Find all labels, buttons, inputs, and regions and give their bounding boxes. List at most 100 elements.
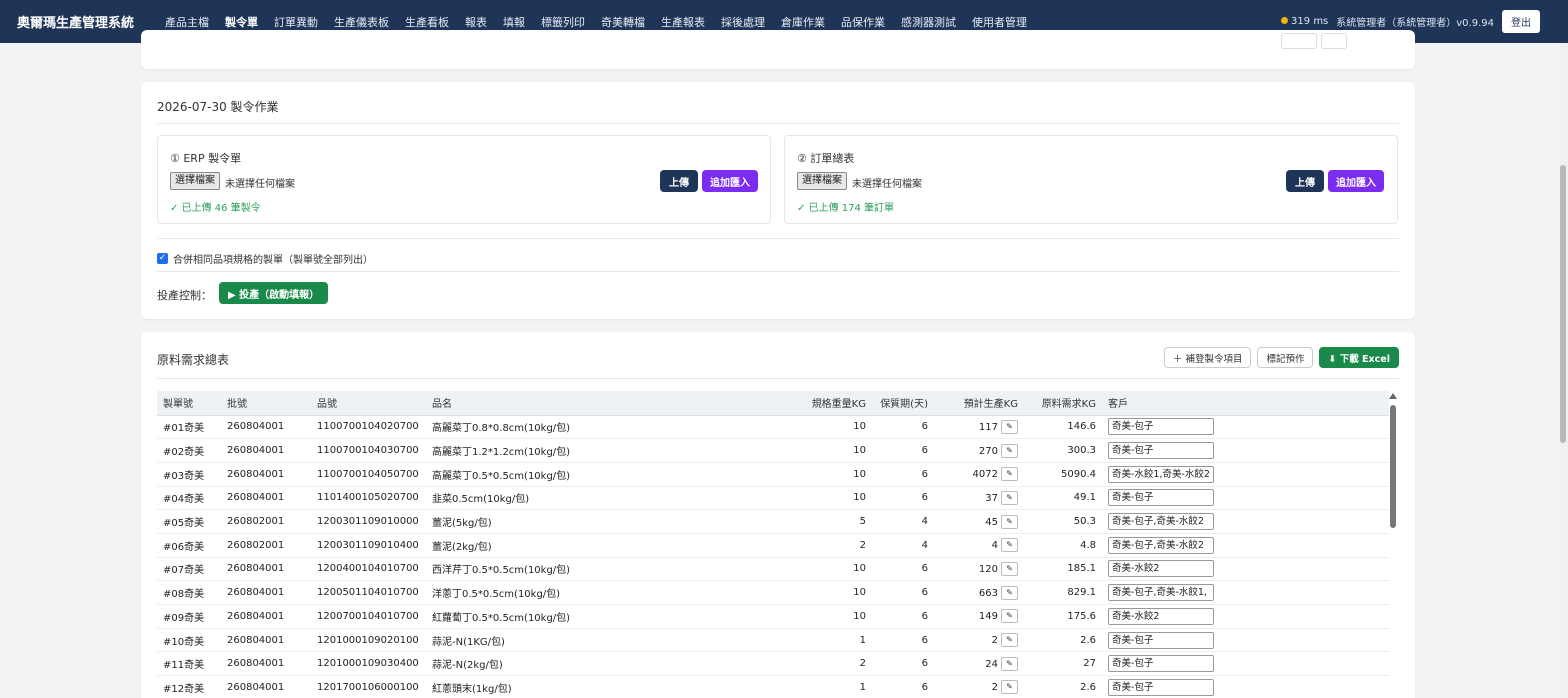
edit-pencil-icon[interactable]: ✎ bbox=[1001, 609, 1018, 624]
customer-input[interactable]: 奇美-包子 bbox=[1108, 418, 1214, 436]
previous-card-button-2[interactable] bbox=[1321, 33, 1347, 49]
customer-input[interactable]: 奇美-包子,奇美-水餃1, bbox=[1108, 584, 1214, 602]
edit-pencil-icon[interactable]: ✎ bbox=[1001, 680, 1018, 695]
material-kg-cell: 4.8 bbox=[1080, 539, 1096, 551]
order-append-button[interactable]: 追加匯入 bbox=[1328, 170, 1384, 192]
scroll-up-icon[interactable] bbox=[1389, 393, 1397, 399]
order-no-cell: #01奇美 bbox=[163, 423, 205, 435]
customer-input[interactable]: 奇美-水餃2 bbox=[1108, 607, 1214, 625]
start-production-button[interactable]: ▶ 投產（啟動填報） bbox=[219, 282, 329, 304]
item-no-cell: 1200400104010700 bbox=[317, 563, 419, 575]
customer-input[interactable]: 奇美-水餃1,奇美-水餃2 bbox=[1108, 465, 1214, 483]
spec-weight-cell: 1 bbox=[859, 681, 866, 693]
customer-input[interactable]: 奇美-包子,奇美-水餃2 bbox=[1108, 536, 1214, 554]
customer-cell: 奇美-包子,奇美-水餃2 bbox=[1102, 510, 1389, 534]
header-order-no[interactable]: 製單號 bbox=[157, 391, 221, 416]
estimated-kg-cell: 149 ✎ bbox=[934, 605, 1024, 629]
material-kg-cell: 175.6 bbox=[1067, 610, 1096, 622]
erp-upload-button[interactable]: 上傳 bbox=[660, 170, 698, 192]
table-scrollbar[interactable] bbox=[1389, 391, 1397, 698]
erp-file-choose-button[interactable]: 選擇檔案 bbox=[170, 172, 220, 190]
item-no-cell: 1100700104050700 bbox=[317, 468, 419, 480]
table-row: #08奇美 260804001 1200501104010700 洋蔥丁0.5*0.5… bbox=[157, 581, 1389, 605]
divider bbox=[157, 378, 1399, 379]
batch-cell: 260802001 bbox=[227, 516, 285, 528]
batch-cell: 260804001 bbox=[227, 610, 285, 622]
header-spec-weight[interactable]: 規格重量KG bbox=[796, 391, 872, 416]
edit-pencil-icon[interactable]: ✎ bbox=[1001, 561, 1018, 576]
requirements-table: 製單號 批號 品號 品名 規格重量KG 保質期(天) 預計生產KG 原料需求KG… bbox=[157, 391, 1389, 698]
customer-input[interactable]: 奇美-包子,奇美-水餃2 bbox=[1108, 513, 1214, 531]
header-item-no[interactable]: 品號 bbox=[311, 391, 426, 416]
erp-panel-title: ① ERP 製令單 bbox=[170, 152, 242, 165]
item-no-cell: 1100700104020700 bbox=[317, 421, 419, 433]
shelf-life-cell: 6 bbox=[921, 634, 928, 646]
order-upload-button[interactable]: 上傳 bbox=[1286, 170, 1324, 192]
header-estimated-kg[interactable]: 預計生產KG bbox=[934, 391, 1024, 416]
shelf-life-cell: 6 bbox=[921, 563, 928, 575]
estimated-kg-value: 117 bbox=[978, 421, 998, 433]
header-shelf-life[interactable]: 保質期(天) bbox=[872, 391, 934, 416]
batch-cell: 260804001 bbox=[227, 492, 285, 504]
item-no-cell: 1200301109010400 bbox=[317, 539, 419, 551]
batch-cell: 260804001 bbox=[227, 445, 285, 457]
shelf-life-cell: 6 bbox=[921, 421, 928, 433]
customer-input[interactable]: 奇美-包子 bbox=[1108, 631, 1214, 649]
estimated-kg-cell: 2 ✎ bbox=[934, 676, 1024, 698]
edit-pencil-icon[interactable]: ✎ bbox=[1001, 443, 1018, 458]
header-material-kg[interactable]: 原料需求KG bbox=[1024, 391, 1102, 416]
material-kg-cell: 50.3 bbox=[1073, 516, 1096, 528]
logout-button[interactable]: 登出 bbox=[1502, 10, 1540, 33]
edit-pencil-icon[interactable]: ✎ bbox=[1001, 514, 1018, 529]
estimated-kg-cell: 120 ✎ bbox=[934, 557, 1024, 581]
spec-weight-cell: 1 bbox=[859, 634, 866, 646]
edit-pencil-icon[interactable]: ✎ bbox=[1001, 656, 1018, 671]
customer-input[interactable]: 奇美-包子 bbox=[1108, 489, 1214, 507]
edit-pencil-icon[interactable]: ✎ bbox=[1001, 419, 1018, 434]
estimated-kg-value: 270 bbox=[978, 445, 998, 457]
edit-pencil-icon[interactable]: ✎ bbox=[1001, 467, 1018, 482]
production-control-label: 投產控制： bbox=[157, 289, 212, 302]
batch-cell: 260804001 bbox=[227, 587, 285, 599]
estimated-kg-value: 4 bbox=[991, 540, 998, 552]
table-scroll-thumb[interactable] bbox=[1390, 405, 1396, 528]
customer-cell: 奇美-水餃2 bbox=[1102, 605, 1389, 629]
order-file-choose-button[interactable]: 選擇檔案 bbox=[797, 172, 847, 190]
page-scrollbar[interactable] bbox=[1558, 43, 1568, 698]
customer-input[interactable]: 奇美-包子 bbox=[1108, 442, 1214, 460]
customer-input[interactable]: 奇美-水餃2 bbox=[1108, 560, 1214, 578]
download-excel-button[interactable]: ⬇ 下載 Excel bbox=[1319, 347, 1399, 368]
item-no-cell: 1100700104030700 bbox=[317, 445, 419, 457]
batch-cell: 260804001 bbox=[227, 681, 285, 693]
header-customer[interactable]: 客戶 bbox=[1102, 391, 1389, 416]
edit-pencil-icon[interactable]: ✎ bbox=[1001, 585, 1018, 600]
order-file-status: 未選擇任何檔案 bbox=[852, 179, 922, 190]
order-upload-panel: ② 訂單總表 選擇檔案 未選擇任何檔案 上傳 追加匯入 ✓ 已上傳 174 筆訂… bbox=[784, 135, 1398, 224]
merge-checkbox[interactable]: ✓ bbox=[157, 253, 168, 264]
batch-cell: 260804001 bbox=[227, 563, 285, 575]
item-no-cell: 1201000109030400 bbox=[317, 658, 419, 670]
add-order-item-button[interactable]: ＋ 補登製令項目 bbox=[1163, 347, 1252, 368]
material-kg-cell: 27 bbox=[1083, 658, 1096, 670]
spec-weight-cell: 10 bbox=[853, 421, 866, 433]
edit-pencil-icon[interactable]: ✎ bbox=[1001, 538, 1018, 553]
header-batch[interactable]: 批號 bbox=[221, 391, 311, 416]
shelf-life-cell: 6 bbox=[921, 681, 928, 693]
edit-pencil-icon[interactable]: ✎ bbox=[1001, 490, 1018, 505]
erp-append-button[interactable]: 追加匯入 bbox=[702, 170, 758, 192]
customer-input[interactable]: 奇美-包子 bbox=[1108, 655, 1214, 673]
material-kg-cell: 829.1 bbox=[1067, 587, 1096, 599]
customer-cell: 奇美-包子 bbox=[1102, 415, 1389, 439]
header-item-name[interactable]: 品名 bbox=[426, 391, 796, 416]
mark-prework-button[interactable]: 標記預作 bbox=[1257, 347, 1314, 368]
page-scroll-thumb[interactable] bbox=[1560, 165, 1566, 443]
requirements-toolbar: ＋ 補登製令項目 標記預作 ⬇ 下載 Excel bbox=[1163, 347, 1399, 368]
table-row: #09奇美 260804001 1200700104010700 紅蘿蔔丁0.5*0.… bbox=[157, 605, 1389, 629]
edit-pencil-icon[interactable]: ✎ bbox=[1001, 633, 1018, 648]
estimated-kg-cell: 270 ✎ bbox=[934, 439, 1024, 463]
production-order-card: 2026-07-30 製令作業 ① ERP 製令單 選擇檔案 未選擇任何檔案 上… bbox=[141, 82, 1415, 319]
previous-card-button[interactable] bbox=[1281, 33, 1317, 49]
batch-cell: 260804001 bbox=[227, 658, 285, 670]
shelf-life-cell: 6 bbox=[921, 587, 928, 599]
customer-input[interactable]: 奇美-包子 bbox=[1108, 678, 1214, 696]
